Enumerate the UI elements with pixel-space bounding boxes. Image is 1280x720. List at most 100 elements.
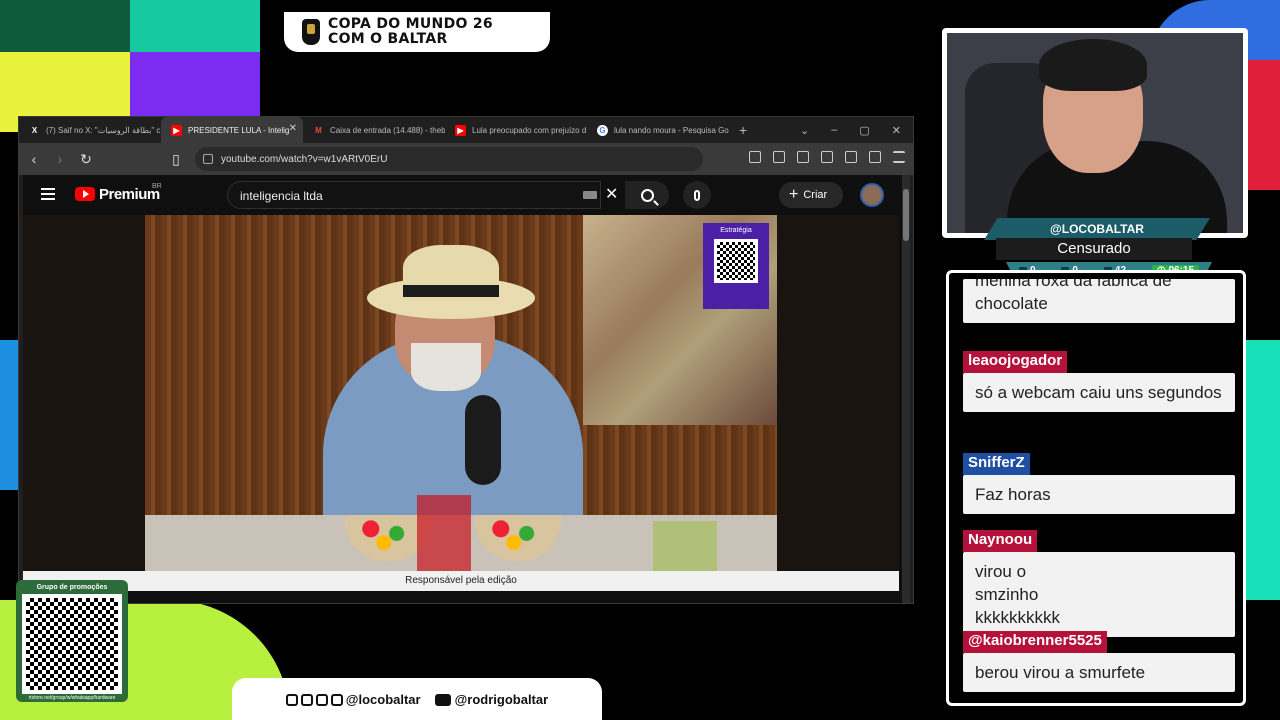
scrollbar-thumb[interactable] (903, 189, 909, 241)
voice-search-button[interactable] (683, 181, 711, 209)
maximize-icon[interactable]: ▢ (859, 124, 869, 137)
keyboard-icon[interactable] (583, 191, 597, 199)
banner-line-2: COM O BALTAR (328, 31, 448, 47)
browser-window: X (7) Saif no X: "بطاقة الروسيات" c ▶ PR… (18, 116, 914, 604)
tab-gmail[interactable]: M Caixa de entrada (14.488) - theb (303, 117, 445, 143)
youtube-page: Premium BR inteligencia ltda ✕ + Criar E… (23, 175, 903, 603)
back-icon[interactable]: ‹ (27, 151, 41, 167)
chat-bubble: Faz horas (963, 475, 1235, 514)
tab-label: Lula preocupado com prejuízo d (472, 125, 587, 135)
video-sponsor-qr: Estratégia (703, 223, 769, 309)
youtube-header: Premium BR inteligencia ltda ✕ + Criar (23, 175, 903, 215)
tab-list-icon[interactable]: ⌄ (800, 124, 809, 137)
social-handle-2: @rodrigobaltar (434, 692, 548, 707)
chat-text-partial-top: menina roxa da fábrica de (975, 279, 1172, 290)
tab-label: (7) Saif no X: "بطاقة الروسيات" c (46, 125, 161, 135)
chat-panel: menina roxa da fábrica de chocolate leao… (946, 270, 1246, 706)
video-green-glass (653, 521, 717, 571)
chat-message: leaoojogador só a webcam caiu uns segund… (963, 351, 1235, 412)
bookmark-icon[interactable]: ▯ (169, 151, 183, 168)
hamburger-menu-icon[interactable] (41, 188, 55, 200)
bg-block-purple (130, 52, 260, 116)
stream-title: Censurado (996, 238, 1192, 260)
youtube-logo-icon[interactable] (75, 187, 95, 201)
webcam-feed (947, 33, 1243, 233)
banner-text: COPA DO MUNDO 26 COM O BALTAR (328, 17, 493, 47)
tab-youtube[interactable]: ▶ Lula preocupado com prejuízo d (445, 117, 587, 143)
promo-url: rtstore.net/group/w/whatsapp/hardware (28, 695, 116, 701)
bg-block-green (0, 0, 130, 52)
music-icon[interactable] (773, 151, 785, 163)
region-code: BR (152, 183, 162, 190)
chat-username: @kaiobrenner5525 (963, 631, 1107, 653)
chat-bubble: menina roxa da fábrica de chocolate (963, 279, 1235, 323)
close-tab-icon[interactable]: ✕ (289, 123, 297, 134)
chat-message: menina roxa da fábrica de chocolate (963, 279, 1235, 323)
extensions-icon[interactable] (749, 151, 761, 163)
tab-google[interactable]: G lula nando moura - Pesquisa Go (587, 117, 729, 143)
qr-code-icon (22, 594, 122, 694)
streamer-handle: @LOCOBALTAR (984, 218, 1210, 240)
bg-block-blue-left (0, 340, 18, 490)
chat-message: Naynoou virou o smzinho kkkkkkkkkk (963, 530, 1235, 637)
tiktok-icon (300, 694, 313, 707)
minimize-icon[interactable]: – (831, 124, 837, 137)
search-input[interactable]: inteligencia ltda (227, 181, 601, 209)
site-info-icon[interactable] (203, 154, 213, 164)
chat-message: @kaiobrenner5525 berou virou a smurfete (963, 631, 1235, 692)
twitch-icon (315, 694, 328, 707)
social-handle-1: @locobaltar (285, 692, 421, 707)
tab-strip: X (7) Saif no X: "بطاقة الروسيات" c ▶ PR… (19, 117, 913, 143)
tab-x[interactable]: X (7) Saif no X: "بطاقة الروسيات" c (19, 117, 161, 143)
plus-icon: + (789, 186, 799, 203)
qr-code-icon (714, 239, 758, 283)
url-text: youtube.com/watch?v=w1vARtV0ErU (221, 153, 388, 165)
sidebar-icon[interactable] (797, 151, 809, 163)
window-controls: ⌄ – ▢ ✕ (800, 124, 913, 137)
tab-label: lula nando moura - Pesquisa Go (614, 125, 729, 135)
chat-bubble: virou o smzinho kkkkkkkkkk (963, 552, 1235, 637)
youtube-brand[interactable]: Premium (99, 186, 160, 203)
mic-icon (694, 189, 700, 201)
chat-bubble: berou virou a smurfete (963, 653, 1235, 692)
wallet-icon[interactable] (821, 151, 833, 163)
social-handles-bar: @locobaltar @rodrigobaltar (232, 678, 602, 720)
chat-bubble: só a webcam caiu uns segundos (963, 373, 1235, 412)
chat-username: Naynoou (963, 530, 1038, 552)
chat-username: SnifferZ (963, 453, 1030, 475)
vpn-icon[interactable] (869, 151, 881, 163)
gmail-icon: M (315, 125, 322, 135)
trophy-icon (302, 19, 320, 45)
account-avatar[interactable] (860, 183, 884, 207)
bg-block-red-right (1248, 60, 1280, 190)
video-player[interactable]: Estratégia (23, 215, 899, 571)
toolbar: ‹ › ↻ ▯ youtube.com/watch?v=w1vARtV0ErU (19, 143, 913, 175)
video-hat-band (403, 285, 499, 297)
new-tab-icon[interactable]: + (729, 122, 757, 138)
bg-block-teal (130, 0, 260, 52)
forward-icon[interactable]: › (53, 151, 67, 167)
clear-search-icon[interactable]: ✕ (605, 184, 618, 204)
close-window-icon[interactable]: ✕ (892, 124, 901, 137)
banner-line-1: COPA DO MUNDO 26 (328, 16, 493, 32)
create-button[interactable]: + Criar (779, 182, 843, 208)
promo-qr-card: Grupo de promoções rtstore.net/group/w/w… (16, 580, 128, 702)
leo-ai-icon[interactable] (845, 151, 857, 163)
streamer-hair (1039, 39, 1147, 91)
youtube-icon (434, 694, 451, 707)
video-caption-bar: Responsável pela edição (23, 571, 899, 591)
x-icon: X (31, 125, 38, 135)
tab-youtube-active[interactable]: ▶ PRESIDENTE LULA - Intelig ✕ (161, 117, 303, 143)
menu-icon[interactable] (893, 151, 905, 163)
address-bar[interactable]: youtube.com/watch?v=w1vARtV0ErU (195, 147, 703, 171)
page-scrollbar[interactable] (902, 175, 910, 603)
video-red-glass (417, 495, 471, 571)
tab-label: PRESIDENTE LULA - Intelig (188, 125, 290, 135)
reload-icon[interactable]: ↻ (79, 151, 93, 168)
search-button[interactable] (625, 181, 669, 209)
sponsor-label: Estratégia (720, 227, 752, 234)
search-icon (640, 188, 654, 202)
video-microphone (465, 395, 501, 485)
tab-label: Caixa de entrada (14.488) - theb (330, 125, 445, 135)
extension-icons (749, 151, 905, 163)
